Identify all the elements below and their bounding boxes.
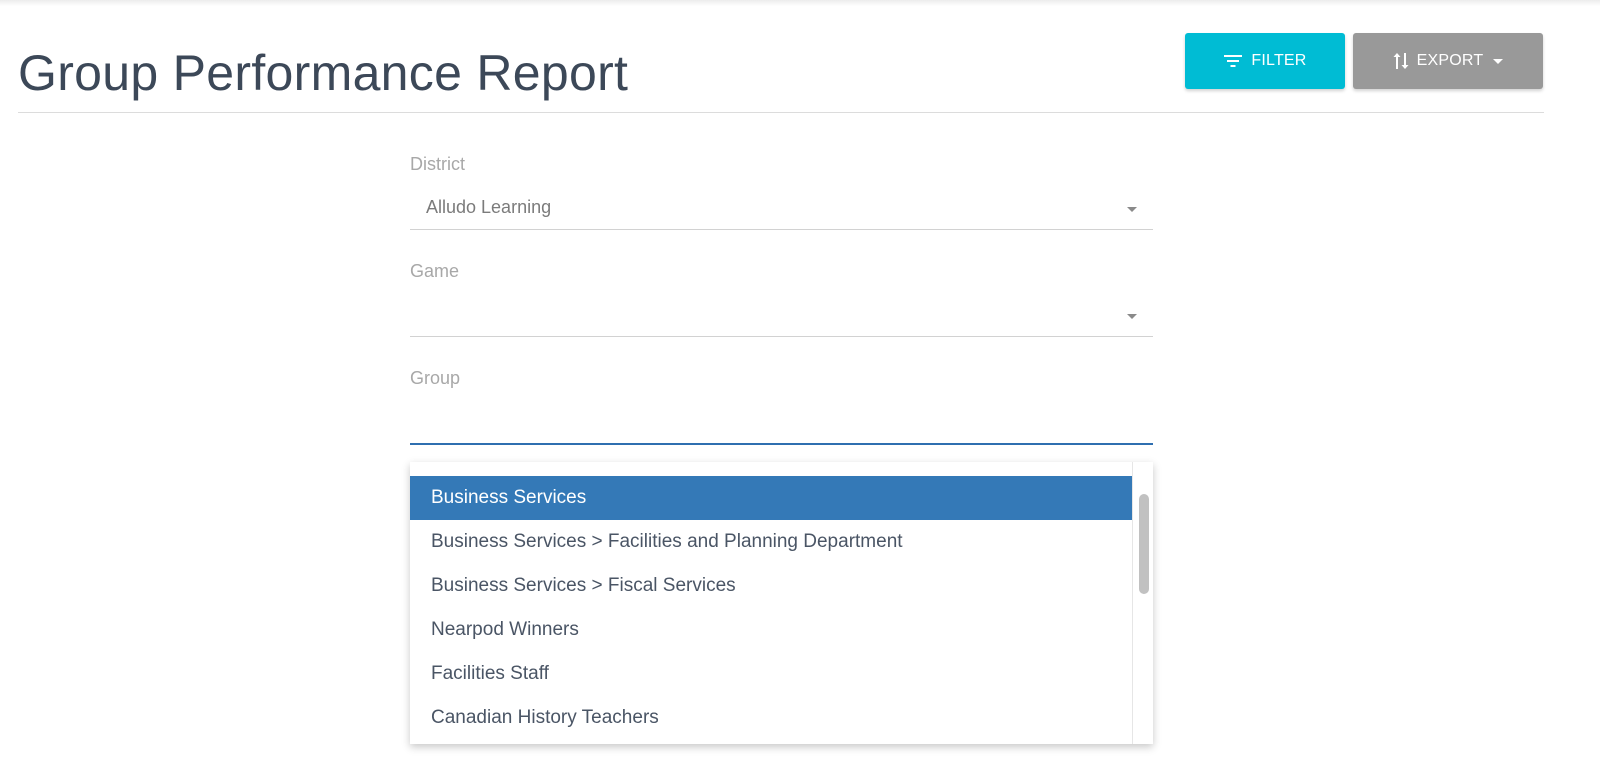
chevron-down-icon bbox=[1493, 58, 1504, 64]
page-title: Group Performance Report bbox=[18, 45, 629, 101]
option-list: Business Services Business Services > Fa… bbox=[410, 476, 1132, 740]
group-select[interactable] bbox=[410, 403, 1153, 445]
caret-down-icon bbox=[1127, 314, 1137, 319]
dropdown-option[interactable]: Canadian History Teachers bbox=[410, 696, 1132, 740]
game-select[interactable] bbox=[410, 296, 1153, 337]
game-label: Game bbox=[410, 261, 460, 281]
title-divider bbox=[18, 112, 1544, 113]
district-label: District bbox=[410, 154, 465, 174]
dropdown-option[interactable]: Facilities Staff bbox=[410, 652, 1132, 696]
group-dropdown-list: Business Services Business Services > Fa… bbox=[410, 462, 1153, 744]
dropdown-option[interactable]: Nearpod Winners bbox=[410, 608, 1132, 652]
scrollbar-thumb[interactable] bbox=[1139, 494, 1149, 594]
district-select[interactable]: Alludo Learning bbox=[410, 189, 1153, 230]
dropdown-option[interactable]: Business Services bbox=[410, 476, 1132, 520]
district-value: Alludo Learning bbox=[426, 197, 552, 217]
sort-arrows-icon bbox=[1393, 51, 1409, 71]
group-label: Group bbox=[410, 368, 461, 388]
filter-button-label: FILTER bbox=[1251, 52, 1307, 69]
dropdown-scrollbar[interactable] bbox=[1132, 462, 1153, 744]
filter-button[interactable]: FILTER bbox=[1185, 33, 1345, 89]
filter-icon bbox=[1223, 53, 1243, 69]
export-button[interactable]: EXPORT bbox=[1353, 33, 1543, 89]
caret-down-icon bbox=[1127, 207, 1137, 212]
dropdown-option[interactable]: Business Services > Facilities and Plann… bbox=[410, 520, 1132, 564]
export-button-label: EXPORT bbox=[1416, 52, 1484, 69]
header-shadow bbox=[0, 0, 1600, 6]
dropdown-option[interactable]: Business Services > Fiscal Services bbox=[410, 564, 1132, 608]
